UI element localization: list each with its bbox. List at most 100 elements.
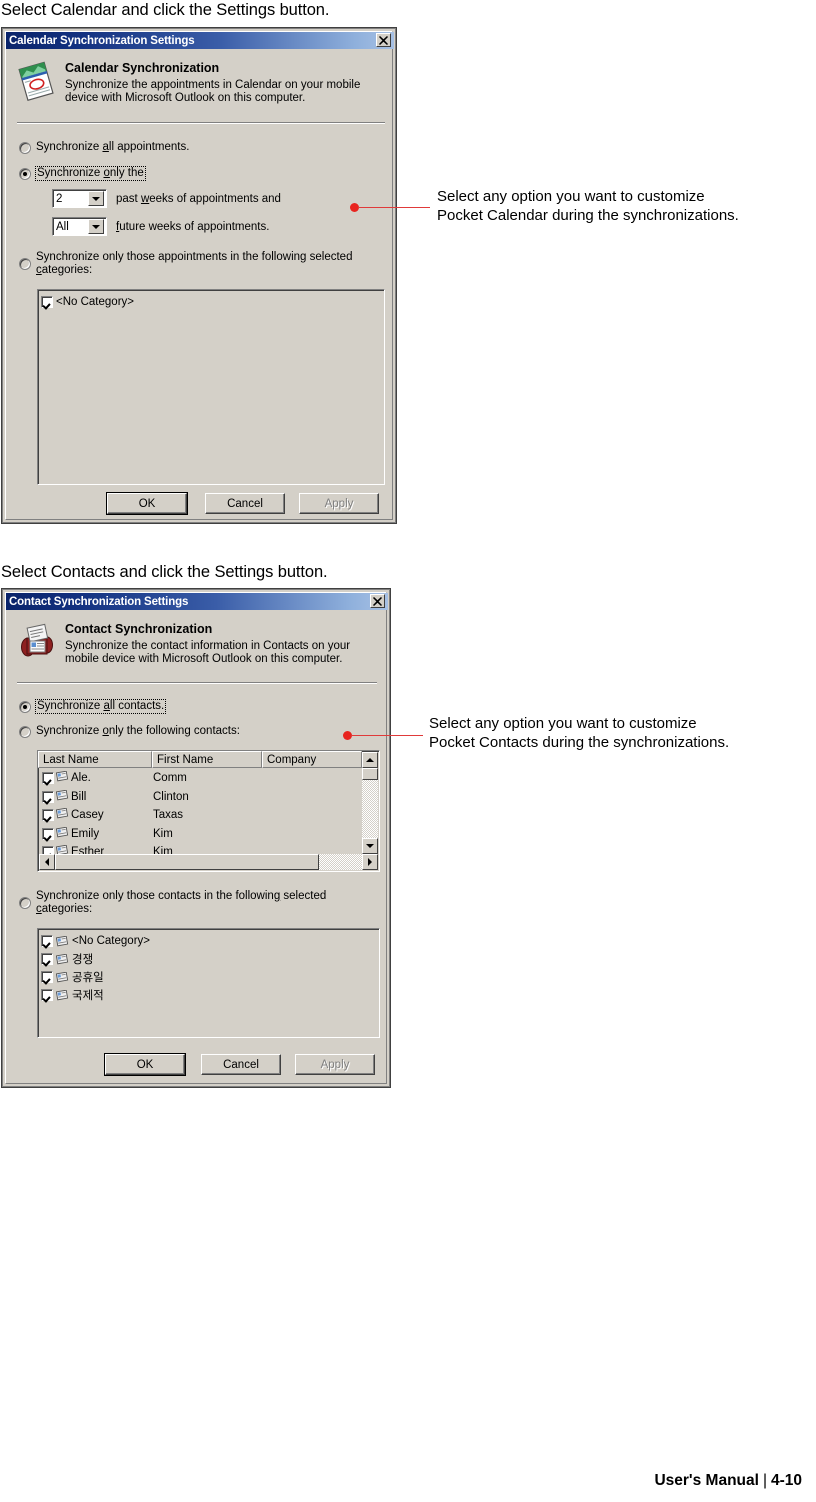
apply-button: Apply bbox=[295, 1054, 375, 1075]
list-item-label: 국제적 bbox=[72, 990, 104, 1002]
checkbox[interactable] bbox=[41, 989, 53, 1001]
close-icon[interactable] bbox=[376, 33, 391, 47]
calendar-icon bbox=[17, 59, 57, 103]
checkbox[interactable] bbox=[42, 809, 54, 822]
contact-dialog-titlebar[interactable]: Contact Synchronization Settings bbox=[6, 593, 388, 610]
scroll-right-button[interactable] bbox=[362, 854, 378, 870]
list-item[interactable]: 국제적 bbox=[38, 986, 379, 1004]
annotation-contacts: Select any option you want to customize … bbox=[429, 714, 729, 752]
chevron-down-icon[interactable] bbox=[88, 219, 104, 234]
radio-sync-selected-categories-label: Synchronize only those appointments in t… bbox=[36, 251, 353, 276]
table-row[interactable]: Casey Taxas bbox=[39, 806, 363, 825]
list-item[interactable]: <No Category> bbox=[38, 932, 379, 950]
checkbox[interactable] bbox=[41, 296, 53, 308]
footer-manual-title: User's Manual bbox=[654, 1472, 759, 1489]
annotation-calendar: Select any option you want to customize … bbox=[437, 187, 739, 225]
cell-last-name: Bill bbox=[71, 790, 87, 803]
past-weeks-label: past weeks of appointments and bbox=[116, 193, 281, 205]
radio-sync-all-appointments[interactable]: Synchronize all appointments. bbox=[19, 141, 189, 154]
scroll-down-button[interactable] bbox=[362, 838, 378, 854]
radio-sync-following-contacts-label: Synchronize only the following contacts: bbox=[36, 725, 240, 737]
calendar-dialog-description-line2: device with Microsoft Outlook on this co… bbox=[65, 92, 306, 104]
annotation-leader-calendar bbox=[358, 207, 430, 208]
contact-card-icon bbox=[56, 971, 69, 983]
calendar-dialog-titlebar[interactable]: Calendar Synchronization Settings bbox=[6, 32, 394, 49]
cell-first-name: Comm bbox=[153, 772, 187, 785]
future-weeks-dropdown[interactable]: All bbox=[52, 217, 107, 236]
ok-button[interactable]: OK bbox=[105, 1054, 185, 1075]
radio-sync-selected-categories[interactable]: Synchronize only those appointments in t… bbox=[19, 251, 379, 277]
column-header-first-name[interactable]: First Name bbox=[152, 751, 262, 768]
caption-contacts: Select Contacts and click the Settings b… bbox=[1, 563, 328, 581]
apply-button: Apply bbox=[299, 493, 379, 514]
contact-card-icon bbox=[55, 788, 69, 806]
past-weeks-dropdown[interactable]: 2 bbox=[52, 189, 107, 208]
calendar-dialog-title: Calendar Synchronization Settings bbox=[9, 34, 195, 47]
manual-page: Select Calendar and click the Settings b… bbox=[0, 0, 816, 1502]
checkbox[interactable] bbox=[41, 971, 53, 983]
contact-card-icon bbox=[56, 953, 69, 965]
chevron-down-icon[interactable] bbox=[88, 191, 104, 206]
radio-sync-selected-categories[interactable]: Synchronize only those contacts in the f… bbox=[19, 890, 374, 916]
calendar-dialog-description: Synchronize the appointments in Calendar… bbox=[65, 79, 385, 105]
checkbox[interactable] bbox=[41, 935, 53, 947]
table-row[interactable]: Ale. Comm bbox=[39, 769, 363, 788]
cell-first-name: Taxas bbox=[153, 809, 184, 822]
checkbox[interactable] bbox=[42, 772, 54, 785]
radio-sync-following-contacts[interactable]: Synchronize only the following contacts: bbox=[19, 725, 240, 738]
radio-indicator bbox=[19, 258, 31, 270]
radio-sync-only-the-label: Synchronize only the bbox=[35, 166, 146, 181]
radio-indicator bbox=[19, 701, 31, 713]
list-item[interactable]: <No Category> bbox=[38, 293, 384, 311]
scrollbar-thumb[interactable] bbox=[362, 768, 378, 780]
header-divider bbox=[17, 682, 377, 684]
contact-category-list[interactable]: <No Category> 경쟁 공휴일 국제적 bbox=[37, 928, 380, 1038]
contacts-listview-header: Last Name First Name Company bbox=[38, 751, 379, 768]
footer-page-number: 4-10 bbox=[770, 1472, 802, 1489]
annotation-leader-contacts bbox=[351, 735, 423, 736]
scroll-up-button[interactable] bbox=[362, 752, 378, 768]
column-header-last-name[interactable]: Last Name bbox=[38, 751, 152, 768]
radio-sync-all-contacts[interactable]: Synchronize all contacts. bbox=[19, 699, 167, 714]
cancel-button[interactable]: Cancel bbox=[201, 1054, 281, 1075]
column-header-company[interactable]: Company bbox=[262, 751, 362, 768]
radio-indicator bbox=[19, 726, 31, 738]
future-weeks-label: future weeks of appointments. bbox=[116, 221, 270, 233]
checkbox[interactable] bbox=[41, 953, 53, 965]
scroll-left-button[interactable] bbox=[39, 854, 55, 870]
cell-last-name: Emily bbox=[71, 827, 100, 840]
table-row[interactable]: Bill Clinton bbox=[39, 788, 363, 807]
radio-sync-all-contacts-label: Synchronize all contacts. bbox=[34, 699, 167, 714]
vertical-scrollbar[interactable] bbox=[362, 752, 378, 854]
table-row[interactable]: Emily Kim bbox=[39, 825, 363, 844]
contact-dialog-title: Contact Synchronization Settings bbox=[9, 595, 189, 608]
horizontal-scrollbar[interactable] bbox=[39, 854, 378, 870]
radio-sync-all-appointments-label: Synchronize all appointments. bbox=[36, 141, 190, 153]
contact-card-icon bbox=[56, 989, 69, 1001]
contact-dialog-heading: Contact Synchronization bbox=[65, 622, 213, 636]
list-item-label: <No Category> bbox=[56, 296, 134, 308]
radio-sync-only-the[interactable]: Synchronize only the bbox=[19, 166, 146, 181]
caption-calendar: Select Calendar and click the Settings b… bbox=[1, 1, 330, 19]
checkbox[interactable] bbox=[42, 790, 54, 803]
list-item[interactable]: 경쟁 bbox=[38, 950, 379, 968]
checkbox[interactable] bbox=[42, 827, 54, 840]
contacts-icon bbox=[17, 620, 57, 664]
list-item[interactable]: 공휴일 bbox=[38, 968, 379, 986]
close-icon[interactable] bbox=[370, 594, 385, 608]
radio-sync-selected-categories-label: Synchronize only those contacts in the f… bbox=[36, 890, 327, 915]
contacts-listview[interactable]: Last Name First Name Company Ale. Comm B… bbox=[37, 750, 380, 872]
scrollbar-thumb[interactable] bbox=[55, 854, 319, 870]
list-item-label: 경쟁 bbox=[72, 954, 94, 966]
contact-card-icon bbox=[55, 806, 69, 824]
future-weeks-value: All bbox=[56, 220, 69, 233]
cancel-button[interactable]: Cancel bbox=[205, 493, 285, 514]
calendar-category-list[interactable]: <No Category> bbox=[37, 289, 385, 485]
contact-card-icon bbox=[55, 769, 69, 787]
annotation-contacts-line1: Select any option you want to customize bbox=[429, 715, 697, 732]
footer-separator: | bbox=[762, 1472, 767, 1489]
ok-button[interactable]: OK bbox=[107, 493, 187, 514]
contact-dialog-description-line2: mobile device with Microsoft Outlook on … bbox=[65, 653, 343, 665]
contact-dialog-description-line1: Synchronize the contact information in C… bbox=[65, 640, 351, 652]
past-weeks-value: 2 bbox=[56, 192, 63, 205]
